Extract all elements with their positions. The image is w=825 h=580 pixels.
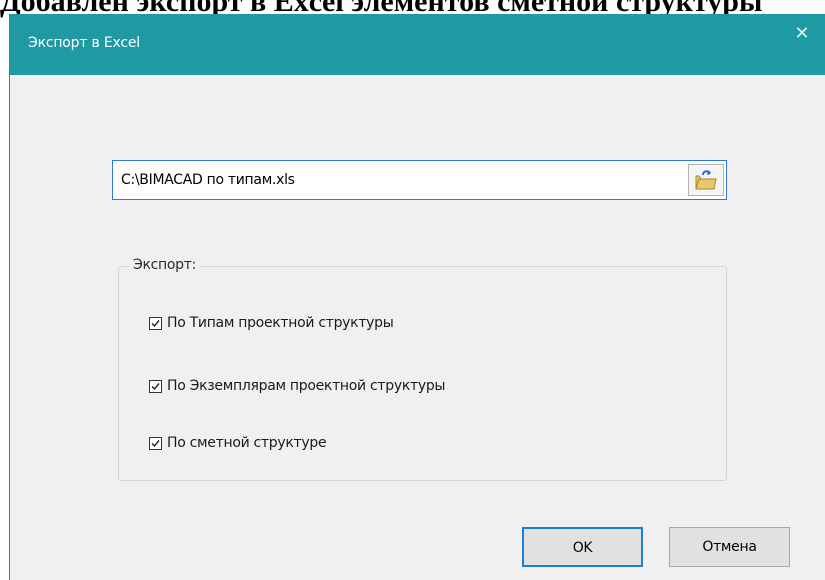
checkmark-icon [151, 382, 160, 390]
checkbox-types[interactable] [149, 316, 162, 330]
option-estimate-label: По сметной структуре [167, 435, 327, 451]
option-types-label: По Типам проектной структуры [167, 315, 394, 331]
close-icon: ✕ [794, 23, 810, 44]
file-path-field [112, 160, 727, 200]
folder-open-icon [695, 170, 717, 190]
export-group-label: Экспорт: [129, 257, 201, 273]
checkmark-icon [151, 439, 160, 447]
checkbox-instances[interactable] [149, 379, 162, 393]
cancel-button[interactable]: Отмена [669, 527, 790, 567]
window-title: Экспорт в Excel [28, 35, 140, 51]
checkbox-estimate[interactable] [149, 436, 162, 450]
export-dialog: Экспорт в Excel ✕ Экспорт: По Типам прое… [9, 14, 825, 580]
export-group: Экспорт: По Типам проектной структуры По… [118, 257, 727, 481]
file-path-input[interactable] [113, 161, 683, 199]
option-instances-label: По Экземплярам проектной структуры [167, 378, 446, 394]
browse-button[interactable] [688, 164, 724, 196]
title-bar[interactable]: Экспорт в Excel ✕ [10, 14, 825, 75]
ok-button[interactable]: OK [522, 527, 643, 567]
close-button[interactable]: ✕ [779, 14, 825, 54]
checkmark-icon [151, 319, 160, 327]
option-estimate[interactable]: По сметной структуре [149, 433, 327, 453]
option-types[interactable]: По Типам проектной структуры [149, 313, 394, 333]
option-instances[interactable]: По Экземплярам проектной структуры [149, 376, 445, 396]
